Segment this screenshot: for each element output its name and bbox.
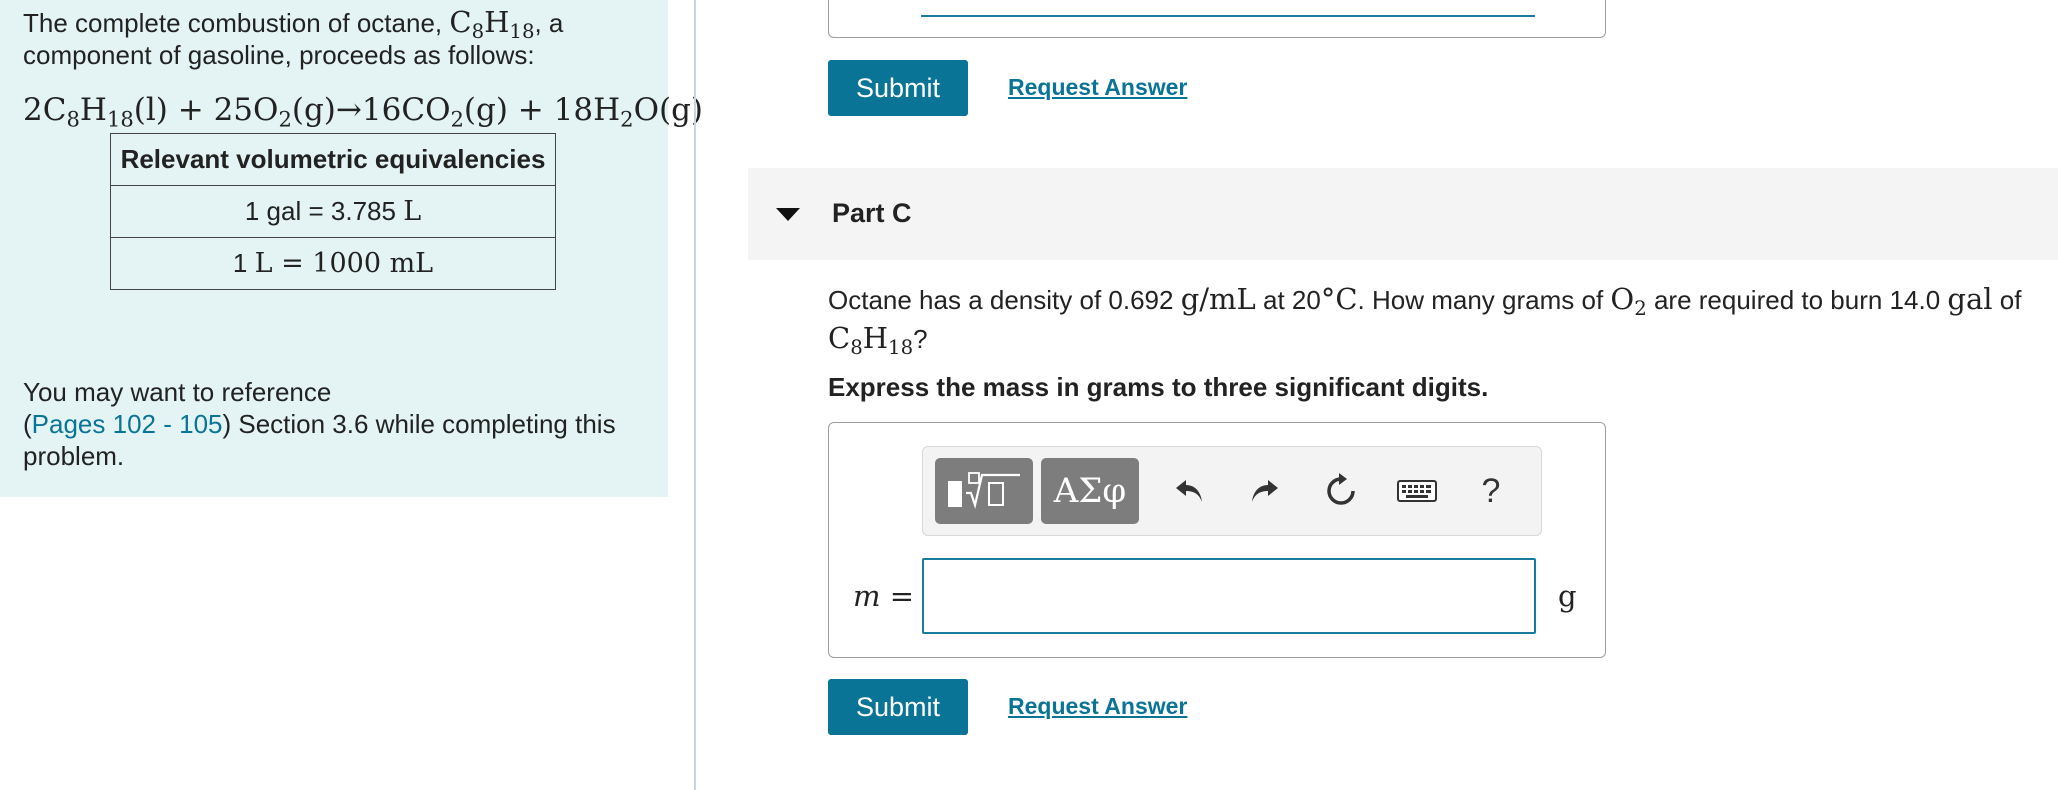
part-c-instruction: Express the mass in grams to three signi… <box>828 372 1489 402</box>
redo-icon[interactable] <box>1242 468 1288 514</box>
intro-text: The complete combustion of octane, C8H18… <box>23 6 623 71</box>
problem-intro-panel: The complete combustion of octane, C8H18… <box>0 0 703 497</box>
column-divider <box>694 0 696 790</box>
reference-note: You may want to reference (Pages 102 - 1… <box>23 377 616 471</box>
intro-text-start: The complete combustion of octane, <box>23 8 450 38</box>
part-c-title: Part C <box>832 198 912 228</box>
submit-button-part-c[interactable]: Submit <box>828 679 968 735</box>
mass-answer-input[interactable] <box>922 558 1536 634</box>
templates-icon <box>948 472 1020 510</box>
collapse-caret-icon[interactable] <box>776 208 800 221</box>
undo-icon[interactable] <box>1166 468 1212 514</box>
octane-formula: C8H18 <box>449 5 535 43</box>
symbols-button[interactable]: ΑΣφ <box>1041 458 1139 524</box>
combustion-equation: 2C8H18(l) + 25O2(g)→16CO2(g) + 18H2O(g) <box>23 92 704 132</box>
submit-button-part-b[interactable]: Submit <box>828 60 968 116</box>
keyboard-icon[interactable] <box>1394 468 1440 514</box>
reset-icon[interactable] <box>1318 468 1364 514</box>
help-icon[interactable]: ? <box>1468 468 1514 514</box>
pages-reference-link[interactable]: Pages 102 - 105 <box>32 409 223 439</box>
previous-answer-box <box>828 0 1606 38</box>
request-answer-link-part-c[interactable]: Request Answer <box>1008 693 1187 720</box>
table-row: 1 gal = 3.785 L <box>110 185 556 238</box>
request-answer-link-part-b[interactable]: Request Answer <box>1008 74 1187 101</box>
part-c-answer-box: ΑΣφ ? m = g <box>828 422 1606 658</box>
templates-button[interactable] <box>935 458 1033 524</box>
mass-variable-label: m = <box>853 579 915 613</box>
unit-label: g <box>1558 579 1577 613</box>
previous-answer-input[interactable] <box>921 0 1535 17</box>
part-c-question: Octane has a density of 0.692 g/mL at 20… <box>828 282 2022 359</box>
volumetric-equivalencies-table: Relevant volumetric equivalencies 1 gal … <box>110 133 556 290</box>
table-header: Relevant volumetric equivalencies <box>110 133 556 186</box>
part-c-header[interactable]: Part C <box>748 168 2058 260</box>
table-row: 1 L = 1000 mL <box>110 237 556 290</box>
math-toolbar: ΑΣφ ? <box>922 446 1542 536</box>
